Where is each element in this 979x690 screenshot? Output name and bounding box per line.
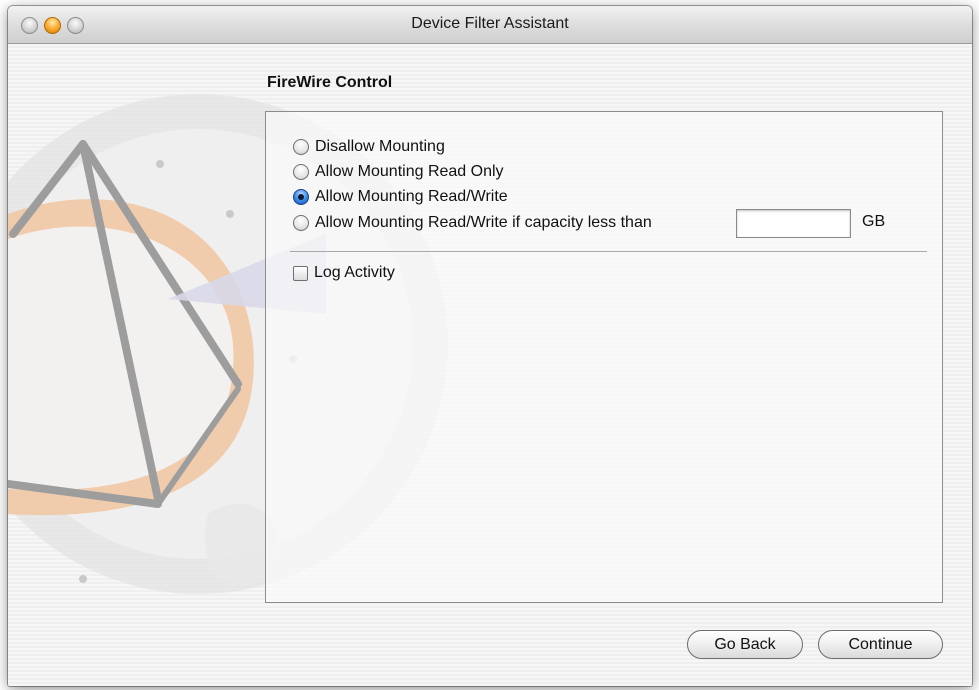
capacity-unit-label: GB	[862, 213, 886, 230]
capacity-input[interactable]	[736, 209, 851, 238]
radio-button-icon[interactable]	[293, 139, 309, 155]
window-title: Device Filter Assistant	[411, 15, 569, 32]
option-label: Allow Mounting Read Only	[315, 163, 504, 180]
title-bar[interactable]: Device Filter Assistant	[8, 6, 972, 44]
checkbox-icon[interactable]	[293, 265, 308, 281]
option-allow-read-write[interactable]: Allow Mounting Read/Write	[293, 186, 508, 208]
log-activity-label: Log Activity	[314, 264, 395, 281]
radio-button-icon[interactable]	[293, 215, 309, 231]
assistant-window: Device Filter Assistant FireWire Control…	[8, 6, 972, 686]
option-label: Allow Mounting Read/Write	[315, 188, 508, 205]
option-disallow-mounting[interactable]: Disallow Mounting	[293, 136, 445, 158]
separator	[290, 251, 927, 252]
options-panel: Disallow Mounting Allow Mounting Read On…	[265, 111, 943, 603]
radio-button-selected-icon[interactable]	[293, 189, 309, 205]
option-allow-read-write-capacity[interactable]: Allow Mounting Read/Write if capacity le…	[293, 212, 652, 234]
section-heading: FireWire Control	[267, 74, 393, 91]
option-allow-read-only[interactable]: Allow Mounting Read Only	[293, 161, 504, 183]
go-back-button[interactable]: Go Back	[687, 630, 803, 659]
radio-button-icon[interactable]	[293, 164, 309, 180]
continue-button[interactable]: Continue	[818, 630, 943, 659]
option-label: Allow Mounting Read/Write if capacity le…	[315, 214, 652, 231]
content-area: FireWire Control Disallow Mounting Allow…	[8, 44, 972, 686]
option-label: Disallow Mounting	[315, 138, 445, 155]
log-activity-checkbox-row[interactable]: Log Activity	[293, 262, 395, 284]
